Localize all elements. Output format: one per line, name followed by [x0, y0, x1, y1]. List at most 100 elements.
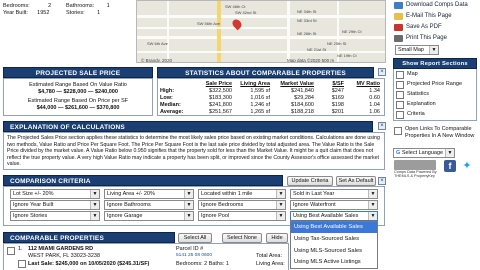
- map-label: NE 25th St: [327, 41, 347, 46]
- map-label: NE 19th Ct: [337, 53, 357, 58]
- table-cell: High:: [160, 88, 175, 94]
- map-size-select[interactable]: Small Map ▼: [395, 45, 439, 55]
- pool-select[interactable]: Ignore Pool ▼: [198, 211, 286, 221]
- section-label: Map: [407, 71, 418, 77]
- language-select[interactable]: G Select Language ▼: [393, 148, 455, 158]
- print-page-link[interactable]: Print This Page: [393, 33, 480, 44]
- table-cell: Median:: [160, 102, 181, 108]
- select-none-button[interactable]: Select None: [222, 233, 262, 243]
- close-section-icon[interactable]: ×: [378, 177, 386, 185]
- sold-period-select[interactable]: Sold in Last Year ▼: [290, 189, 378, 199]
- table-row: Average: $251,567 1,265 sf $188,218 $201…: [160, 109, 384, 116]
- bathrooms-select[interactable]: Ignore Bathrooms ▼: [104, 200, 194, 210]
- dropdown-option[interactable]: Using Best Available Sales: [291, 222, 377, 233]
- bedrooms-select[interactable]: Ignore Bedrooms ▼: [198, 200, 286, 210]
- comparable-address[interactable]: 112 MIAMI GARDENS RD: [28, 246, 93, 252]
- chevron-down-icon: ▼: [276, 201, 285, 209]
- dropdown-option[interactable]: Using MLS-Sourced Sales: [291, 245, 377, 257]
- explanation-header: EXPLANATION OF CALCULATIONS: [3, 121, 373, 132]
- table-cell: 1,595 sf: [250, 88, 270, 94]
- table-cell: $188,218: [291, 109, 314, 115]
- table-cell: $29,284: [294, 95, 314, 101]
- waterfront-select[interactable]: Ignore Waterfront ▼: [290, 200, 378, 210]
- stats-header-row: Sale Price Living Area Market Value $/SF…: [160, 81, 384, 88]
- email-page-link[interactable]: E-Mail This Page: [393, 11, 480, 22]
- section-checkbox[interactable]: [396, 101, 404, 109]
- save-pdf-link[interactable]: Save As PDF: [393, 22, 480, 33]
- living-area-select[interactable]: Living Area +/- 20% ▼: [104, 189, 194, 199]
- language-value: Select Language: [401, 150, 444, 156]
- stats-col-header: Market Value: [280, 81, 314, 87]
- map-label: NE 29th Ct: [342, 29, 362, 34]
- garage-select[interactable]: Ignore Garage ▼: [104, 211, 194, 221]
- open-links-checkbox[interactable]: [394, 127, 402, 135]
- chevron-down-icon: ▼: [276, 212, 285, 220]
- table-cell: 0.60: [369, 95, 380, 101]
- section-label: Explanation: [407, 101, 436, 107]
- hide-button[interactable]: Hide: [266, 233, 288, 243]
- print-icon: [394, 35, 403, 42]
- parcel-id-link[interactable]: 5141 25 08 0600: [176, 253, 212, 258]
- stats-col-header: Living Area: [240, 81, 270, 87]
- section-label: Projected Price Range: [407, 81, 463, 87]
- close-section-icon[interactable]: ×: [378, 68, 386, 76]
- sidebar-item-label: Save As PDF: [406, 24, 442, 30]
- map-label: NE 34th St: [297, 9, 317, 14]
- section-checkbox[interactable]: [396, 71, 404, 79]
- map-label: NE 26th St: [297, 31, 317, 36]
- comparable-checkbox[interactable]: [7, 247, 15, 255]
- select-value: Ignore Waterfront: [293, 202, 336, 208]
- dropdown-option[interactable]: Using MLS Active Listings: [291, 257, 377, 268]
- map-road: [137, 27, 287, 29]
- dropdown-option[interactable]: Using Tax-Sourced Sales: [291, 233, 377, 245]
- lot-size-select[interactable]: Lot Size +/- 20% ▼: [10, 189, 100, 199]
- stats-col-header: MV Ratio: [356, 81, 380, 87]
- last-sale-checkbox[interactable]: [18, 260, 26, 268]
- year-built-value: 1952: [37, 10, 50, 16]
- bedrooms-value: 2: [48, 3, 52, 9]
- select-value: Sold in Last Year: [293, 191, 335, 197]
- section-title: Show Report Sections: [402, 61, 468, 67]
- value-ratio-range: $4,780 — $228,000 — $240,000: [38, 89, 118, 95]
- map-label: NE 21st St: [307, 47, 327, 52]
- facebook-icon[interactable]: f: [444, 160, 456, 172]
- twitter-icon[interactable]: ✦: [460, 160, 474, 172]
- explanation-panel: The Projected Sales Price section applie…: [3, 132, 385, 170]
- sidebar-item-label: Download Comps Data: [406, 2, 468, 8]
- chevron-down-icon: ▼: [429, 46, 438, 54]
- close-section-icon[interactable]: ×: [378, 122, 386, 130]
- select-value: Located within 1 mile: [201, 191, 253, 197]
- chevron-down-icon: ▼: [184, 201, 193, 209]
- table-cell: 1,016 sf: [250, 95, 270, 101]
- update-criteria-button[interactable]: Update Criteria: [287, 176, 333, 186]
- table-cell: $169: [331, 95, 344, 101]
- chevron-down-icon: ▼: [276, 190, 285, 198]
- select-value: Living Area +/- 20%: [107, 191, 155, 197]
- table-cell: $251,567: [209, 109, 232, 115]
- map-label: NE 33rd St: [297, 18, 317, 23]
- explanation-text: The Projected Sales Price section applie…: [7, 135, 380, 168]
- page: Bedrooms: 2 Bathrooms: 1 Year Built: 195…: [0, 0, 480, 270]
- map-size-value: Small Map: [398, 47, 424, 53]
- price-per-sf-range: $44,000 — $261,600 — $370,800: [36, 105, 120, 111]
- select-value: Ignore Stories: [13, 213, 48, 219]
- set-default-button[interactable]: Set As Default: [336, 176, 376, 186]
- distance-select[interactable]: Located within 1 mile ▼: [198, 189, 286, 199]
- section-checkbox[interactable]: [396, 81, 404, 89]
- section-label: Statistics: [407, 91, 430, 97]
- download-comps-link[interactable]: Download Comps Data: [393, 0, 480, 11]
- stories-select[interactable]: Ignore Stories ▼: [10, 211, 100, 221]
- section-checkbox[interactable]: [396, 111, 404, 119]
- select-all-button[interactable]: Select All: [178, 233, 212, 243]
- sales-source-select[interactable]: Using Best Available Sales ▼: [290, 211, 378, 221]
- table-cell: Average:: [160, 109, 184, 115]
- section-checkbox[interactable]: [396, 91, 404, 99]
- year-built-select[interactable]: Ignore Year Built ▼: [10, 200, 100, 210]
- property-map[interactable]: SW 46th Ct SW 42nd St SW 56th Ave NE 34t…: [136, 0, 386, 63]
- table-cell: 1,265 sf: [250, 109, 270, 115]
- map-copyright: © Brandy, 2020: [141, 58, 173, 63]
- download-icon: [394, 2, 403, 9]
- chevron-down-icon: ▼: [368, 190, 377, 198]
- year-built-label: Year Built:: [3, 10, 28, 16]
- select-value: Ignore Pool: [201, 213, 230, 219]
